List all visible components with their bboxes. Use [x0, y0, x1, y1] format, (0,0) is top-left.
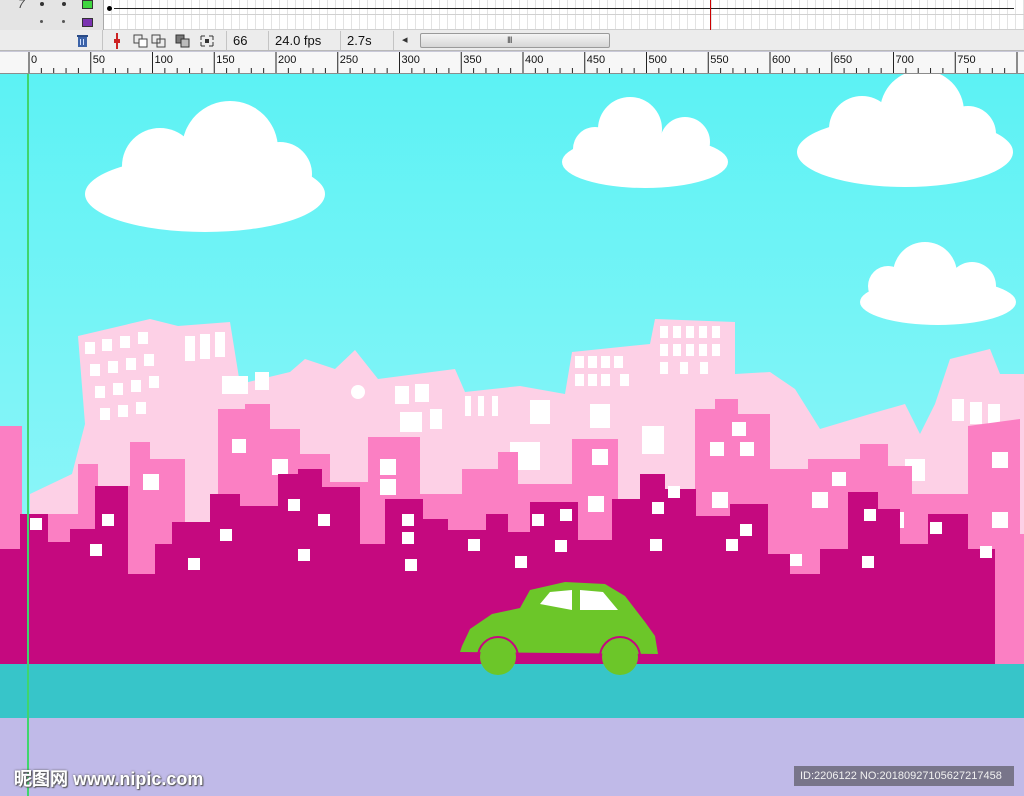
current-frame-field: 66 [226, 31, 264, 50]
eye-dot-icon[interactable] [40, 2, 44, 6]
ruler-label: 250 [339, 54, 359, 66]
ruler-label: 0 [31, 54, 38, 66]
ruler-label: 450 [586, 54, 606, 66]
ruler-label: 200 [278, 54, 297, 66]
frame-rate-field[interactable]: 24.0 fps [268, 31, 334, 50]
ruler-label: 700 [895, 54, 914, 66]
frame-row[interactable] [104, 0, 1024, 15]
layer-color-icon[interactable] [82, 18, 93, 27]
ruler-label: 400 [525, 54, 544, 66]
stage-canvas[interactable] [0, 74, 1024, 796]
elapsed-time-field: 2.7s [340, 31, 394, 50]
timeline-panel: 7 [0, 0, 1024, 30]
ruler-label: 500 [648, 54, 667, 66]
ruler-label: 300 [401, 54, 420, 66]
playhead[interactable] [710, 0, 711, 30]
flash-editor-window: 7 66 24.0 fps 2.7s ◂ III 0 50 100 150 20… [0, 0, 1024, 796]
city-scene [0, 74, 1024, 796]
ruler-label: 350 [463, 54, 482, 66]
ruler-label: 750 [957, 54, 976, 66]
divider [102, 30, 103, 51]
right-edge-building [995, 534, 1024, 664]
ruler-label: 650 [833, 54, 853, 66]
ruler-label: 100 [154, 54, 173, 66]
watermark-logo: 昵图网 www.nipic.com [14, 769, 204, 789]
road-strip [0, 664, 1024, 718]
ruler-label: 50 [92, 54, 105, 66]
horizontal-ruler: 0 50 100 150 200 250 300 350 400 450 500 550 600 650 7… [0, 52, 1024, 74]
center-frame-icon[interactable] [108, 32, 125, 49]
onion-skin-outlines-icon[interactable] [150, 32, 167, 49]
watermark-id: ID:2206122 NO:20180927105627217458 [794, 766, 1014, 786]
scrollbar-grip-icon[interactable]: III [507, 34, 512, 47]
ruler-label: 150 [216, 54, 235, 66]
trash-icon[interactable] [74, 32, 91, 49]
layer-color-icon[interactable] [82, 0, 93, 9]
eye-dot-icon[interactable] [40, 20, 43, 23]
lock-dot-icon[interactable] [62, 2, 66, 6]
frame-row[interactable] [104, 15, 1024, 30]
ruler-label: 600 [772, 54, 791, 66]
timeline-status-bar: 66 24.0 fps 2.7s ◂ III [0, 30, 1024, 51]
layer-number: 7 [18, 0, 25, 11]
horizontal-scrollbar[interactable]: III [420, 33, 610, 48]
frame-grid[interactable] [104, 0, 1024, 30]
modify-onion-markers-icon[interactable] [198, 32, 215, 49]
scroll-left-icon[interactable]: ◂ [402, 33, 408, 46]
stage-guide-line[interactable] [27, 74, 29, 796]
lock-dot-icon[interactable] [62, 20, 65, 23]
ruler-label: 550 [710, 54, 729, 66]
tween-arrow-line [114, 8, 1014, 9]
edit-multiple-frames-icon[interactable] [174, 32, 191, 49]
keyframe-dot-icon [107, 6, 112, 11]
onion-skin-icon[interactable] [132, 32, 149, 49]
layer-row[interactable]: 7 [0, 0, 104, 30]
